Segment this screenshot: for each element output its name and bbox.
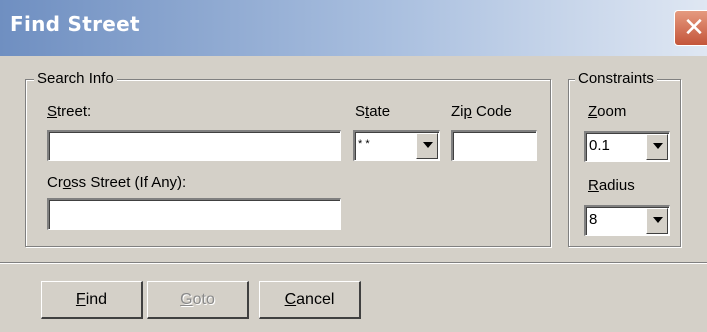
zip-label: Zip Code xyxy=(451,103,512,120)
state-label: State xyxy=(355,103,391,120)
street-input[interactable] xyxy=(47,130,341,161)
zoom-value: 0.1 xyxy=(589,137,610,154)
radius-value: 8 xyxy=(589,211,598,228)
cancel-button[interactable]: Cancel xyxy=(259,281,361,319)
radius-label: Radius xyxy=(588,177,635,194)
state-value: * * xyxy=(358,138,370,150)
state-select[interactable]: * * xyxy=(353,130,440,161)
find-button[interactable]: Find xyxy=(41,281,143,319)
state-dropdown-arrow-icon[interactable] xyxy=(416,133,438,159)
window-title: Find Street xyxy=(10,12,140,36)
street-label: Street: xyxy=(47,103,92,120)
radius-select[interactable]: 8 xyxy=(584,205,670,236)
constraints-legend: Constraints xyxy=(575,70,657,87)
zoom-dropdown-arrow-icon[interactable] xyxy=(646,134,668,160)
search-info-legend: Search Info xyxy=(34,70,117,87)
zoom-select[interactable]: 0.1 xyxy=(584,131,670,162)
dialog-body: Search Info Street: State * * Zip Code C… xyxy=(0,56,707,332)
title-bar[interactable]: Find Street ✕ xyxy=(0,0,707,56)
close-button[interactable]: ✕ xyxy=(674,10,707,46)
radius-dropdown-arrow-icon[interactable] xyxy=(646,208,668,234)
zoom-label: Zoom xyxy=(588,103,627,120)
goto-button[interactable]: Goto xyxy=(147,281,249,319)
cross-street-label: Cross Street (If Any): xyxy=(47,174,187,191)
close-icon: ✕ xyxy=(683,13,705,43)
zip-input[interactable] xyxy=(451,130,537,161)
button-separator xyxy=(0,262,707,264)
cross-street-input[interactable] xyxy=(47,198,341,230)
